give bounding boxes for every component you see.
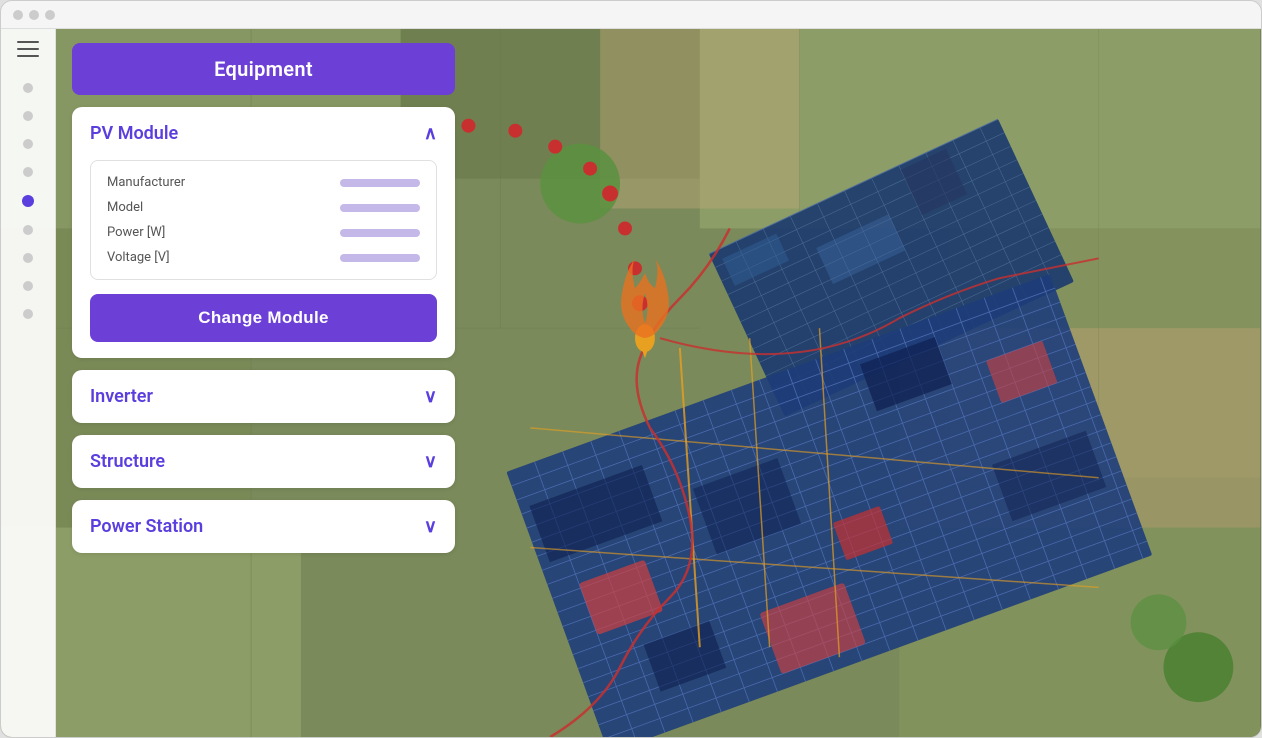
- sidebar-nav-dot-9[interactable]: [23, 309, 33, 319]
- power-row: Power [W]: [107, 225, 420, 240]
- power-station-title: Power Station: [90, 516, 203, 537]
- pv-fields-box: Manufacturer Model Power [W] Voltag: [90, 160, 437, 280]
- pv-module-card: PV Module ∧ Manufacturer Model: [72, 107, 455, 358]
- sidebar-nav-dot-4[interactable]: [23, 167, 33, 177]
- inverter-chevron-down: ∨: [424, 386, 437, 407]
- app-container: Equipment PV Module ∧ Manufacturer Mod: [1, 29, 1261, 737]
- equipment-header: Equipment: [72, 43, 455, 95]
- sidebar-rail: [1, 29, 56, 737]
- maximize-dot: [45, 10, 55, 20]
- sidebar-nav-dot-5[interactable]: [22, 195, 34, 207]
- minimize-dot: [29, 10, 39, 20]
- sidebar-nav-dot-8[interactable]: [23, 281, 33, 291]
- manufacturer-row: Manufacturer: [107, 175, 420, 190]
- equipment-title: Equipment: [214, 57, 313, 81]
- structure-title: Structure: [90, 451, 165, 472]
- close-dot: [13, 10, 23, 20]
- sidebar-nav-dot-2[interactable]: [23, 111, 33, 121]
- change-module-button[interactable]: Change Module: [90, 294, 437, 342]
- title-bar: [1, 1, 1261, 29]
- model-row: Model: [107, 200, 420, 215]
- manufacturer-label: Manufacturer: [107, 175, 185, 190]
- pv-module-content: Manufacturer Model Power [W] Voltag: [72, 160, 455, 358]
- hamburger-menu[interactable]: [17, 41, 39, 57]
- sidebar-nav-dot-1[interactable]: [23, 83, 33, 93]
- inverter-title: Inverter: [90, 386, 153, 407]
- structure-chevron-down: ∨: [424, 451, 437, 472]
- power-station-header[interactable]: Power Station ∨: [72, 500, 455, 553]
- pv-module-title: PV Module: [90, 123, 178, 144]
- app-window: Equipment PV Module ∧ Manufacturer Mod: [0, 0, 1262, 738]
- inverter-card: Inverter ∨: [72, 370, 455, 423]
- power-value-bar: [340, 229, 420, 237]
- model-label: Model: [107, 200, 143, 215]
- power-station-card: Power Station ∨: [72, 500, 455, 553]
- structure-header[interactable]: Structure ∨: [72, 435, 455, 488]
- inverter-header[interactable]: Inverter ∨: [72, 370, 455, 423]
- manufacturer-value-bar: [340, 179, 420, 187]
- voltage-value-bar: [340, 254, 420, 262]
- voltage-row: Voltage [V]: [107, 250, 420, 265]
- voltage-label: Voltage [V]: [107, 250, 170, 265]
- power-station-chevron-down: ∨: [424, 516, 437, 537]
- power-label: Power [W]: [107, 225, 165, 240]
- model-value-bar: [340, 204, 420, 212]
- equipment-panel: Equipment PV Module ∧ Manufacturer Mod: [56, 29, 471, 737]
- structure-card: Structure ∨: [72, 435, 455, 488]
- pv-module-chevron-up: ∧: [424, 123, 437, 144]
- sidebar-nav-dot-7[interactable]: [23, 253, 33, 263]
- sidebar-nav-dot-6[interactable]: [23, 225, 33, 235]
- sidebar-nav-dot-3[interactable]: [23, 139, 33, 149]
- pv-module-header[interactable]: PV Module ∧: [72, 107, 455, 160]
